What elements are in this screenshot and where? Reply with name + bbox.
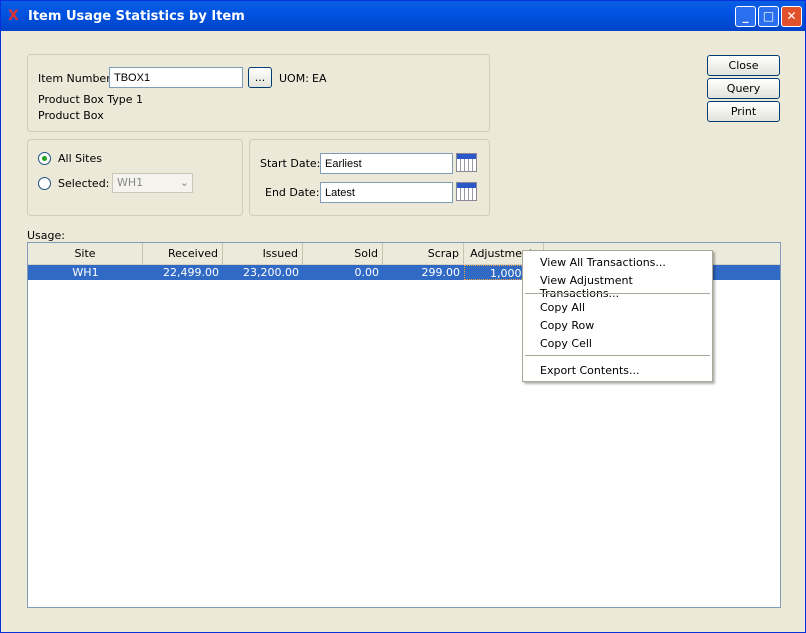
minimize-button[interactable]: _ — [735, 6, 756, 27]
item-number-input[interactable] — [109, 67, 243, 88]
selected-site-radio[interactable] — [38, 177, 51, 190]
column-header-scrap[interactable]: Scrap — [383, 243, 464, 265]
item-description-2: Product Box — [38, 109, 104, 122]
window-title: Item Usage Statistics by Item — [28, 9, 245, 24]
context-menu: View All Transactions... View Adjustment… — [522, 250, 713, 382]
menu-copy-all[interactable]: Copy All — [540, 301, 585, 314]
menu-separator — [525, 355, 710, 356]
end-date-label: End Date: — [265, 186, 320, 199]
print-button[interactable]: Print — [707, 101, 780, 122]
all-sites-label: All Sites — [58, 152, 102, 165]
selected-site-label: Selected: — [58, 177, 110, 190]
date-group — [249, 139, 490, 216]
item-number-label: Item Number: — [38, 72, 115, 85]
cell-received: 22,499.00 — [163, 266, 219, 279]
item-description-1: Product Box Type 1 — [38, 93, 143, 106]
query-button[interactable]: Query — [707, 78, 780, 99]
site-select-value: WH1 — [117, 176, 144, 189]
column-header-received[interactable]: Received — [143, 243, 223, 265]
chevron-down-icon: ⌄ — [179, 176, 189, 189]
menu-copy-row[interactable]: Copy Row — [540, 319, 594, 332]
uom-value: EA — [312, 72, 327, 85]
calendar-icon[interactable] — [456, 182, 477, 201]
column-header-issued[interactable]: Issued — [223, 243, 303, 265]
menu-export-contents[interactable]: Export Contents... — [540, 364, 639, 377]
site-select[interactable]: WH1 ⌄ — [112, 173, 193, 193]
start-date-label: Start Date: — [260, 157, 321, 170]
all-sites-radio[interactable] — [38, 152, 51, 165]
cell-site: WH1 — [72, 266, 99, 279]
menu-copy-cell[interactable]: Copy Cell — [540, 337, 592, 350]
menu-view-all-transactions[interactable]: View All Transactions... — [540, 256, 666, 269]
close-button[interactable]: Close — [707, 55, 780, 76]
app-logo-icon: X — [8, 8, 19, 24]
cell-scrap: 299.00 — [421, 266, 461, 279]
item-lookup-button[interactable]: ... — [248, 67, 272, 88]
cell-issued: 23,200.00 — [243, 266, 299, 279]
start-date-input[interactable] — [320, 153, 453, 174]
end-date-input[interactable] — [320, 182, 453, 203]
cell-sold: 0.00 — [354, 266, 380, 279]
uom-label: UOM: — [279, 72, 309, 85]
calendar-icon[interactable] — [456, 153, 477, 172]
usage-label: Usage: — [27, 229, 65, 242]
column-header-site[interactable]: Site — [28, 243, 143, 265]
column-header-sold[interactable]: Sold — [303, 243, 383, 265]
title-bar: X Item Usage Statistics by Item _ □ ✕ — [1, 1, 805, 31]
window: X Item Usage Statistics by Item _ □ ✕ It… — [0, 0, 806, 633]
maximize-button[interactable]: □ — [758, 6, 779, 27]
close-window-button[interactable]: ✕ — [781, 6, 802, 27]
menu-view-adjustment-transactions[interactable]: View Adjustment Transactions... — [540, 274, 712, 300]
menu-separator — [525, 293, 710, 294]
